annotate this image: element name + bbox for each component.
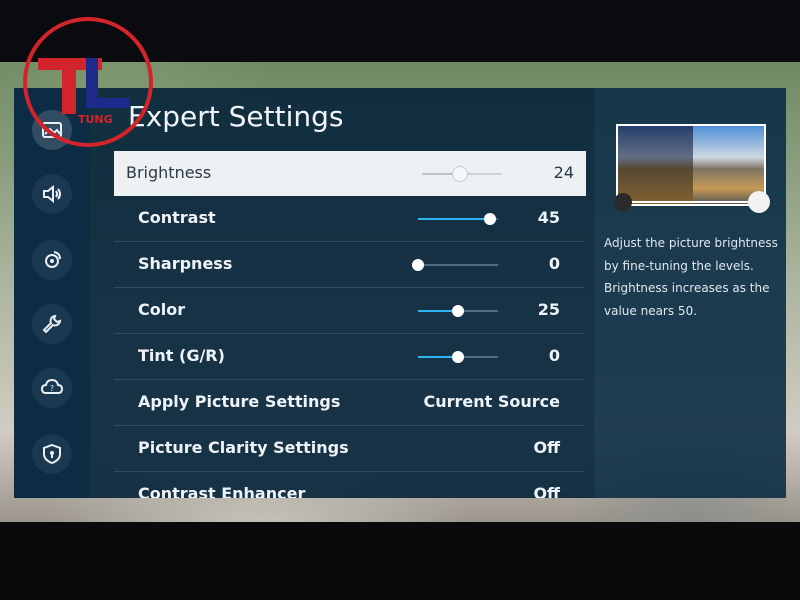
wrench-icon[interactable]: [32, 304, 72, 344]
support-icon[interactable]: ?: [32, 368, 72, 408]
brightness-slider[interactable]: [422, 166, 502, 182]
preview-divider: [624, 201, 760, 203]
row-label: Color: [138, 300, 186, 319]
menu-row-sharpness[interactable]: Sharpness 0: [114, 242, 584, 288]
svg-text:TUNG: TUNG: [78, 113, 113, 126]
row-label: Picture Clarity Settings: [138, 438, 349, 457]
privacy-icon[interactable]: [32, 434, 72, 474]
row-value: Off: [533, 438, 560, 457]
slider-knob[interactable]: [452, 305, 464, 317]
contrast-slider[interactable]: [418, 213, 498, 225]
row-value: Off: [533, 484, 560, 498]
menu-row-brightness[interactable]: Brightness 24: [114, 151, 586, 196]
menu-row-contrast[interactable]: Contrast 45: [114, 196, 584, 242]
tung-logo: TUNG: [23, 17, 153, 147]
slider-knob[interactable]: [484, 213, 496, 225]
sound-icon[interactable]: [32, 174, 72, 214]
preview-image: [616, 124, 766, 206]
row-value: 0: [548, 346, 560, 365]
tv-bezel: [0, 522, 800, 600]
menu-row-clip: Contrast Enhancer Off: [114, 472, 584, 498]
slider-knob[interactable]: [412, 259, 424, 271]
slider-knob[interactable]: [452, 351, 464, 363]
row-value: 0: [548, 254, 560, 273]
help-description: Adjust the picture brightness by fine-tu…: [604, 236, 778, 318]
broadcasting-icon[interactable]: [32, 240, 72, 280]
row-label: Sharpness: [138, 254, 233, 273]
menu-row-color[interactable]: Color 25: [114, 288, 584, 334]
menu-row-apply-picture-settings[interactable]: Apply Picture Settings Current Source: [114, 380, 584, 426]
preview-before: [618, 126, 693, 204]
tint-slider[interactable]: [418, 351, 498, 363]
color-slider[interactable]: [418, 305, 498, 317]
menu-row-picture-clarity-settings[interactable]: Picture Clarity Settings Off: [114, 426, 584, 472]
page-title: Expert Settings: [128, 100, 344, 133]
row-value: 25: [537, 300, 560, 319]
row-value: Current Source: [423, 392, 560, 411]
svg-text:?: ?: [50, 384, 54, 393]
row-label: Contrast Enhancer: [138, 484, 306, 498]
row-label: Tint (G/R): [138, 346, 225, 365]
row-label: Apply Picture Settings: [138, 392, 341, 411]
sharpness-slider[interactable]: [412, 259, 498, 271]
preview-knob-right: [748, 191, 770, 213]
row-value: 45: [537, 208, 560, 227]
row-label: Brightness: [126, 163, 212, 182]
row-label: Contrast: [138, 208, 216, 227]
menu-row-tint[interactable]: Tint (G/R) 0: [114, 334, 584, 380]
menu-row-contrast-enhancer[interactable]: Contrast Enhancer Off: [114, 472, 584, 498]
preview-knob-left: [614, 193, 632, 211]
row-value: 24: [553, 163, 574, 182]
slider-fill: [418, 218, 490, 220]
slider-knob[interactable]: [452, 166, 469, 182]
